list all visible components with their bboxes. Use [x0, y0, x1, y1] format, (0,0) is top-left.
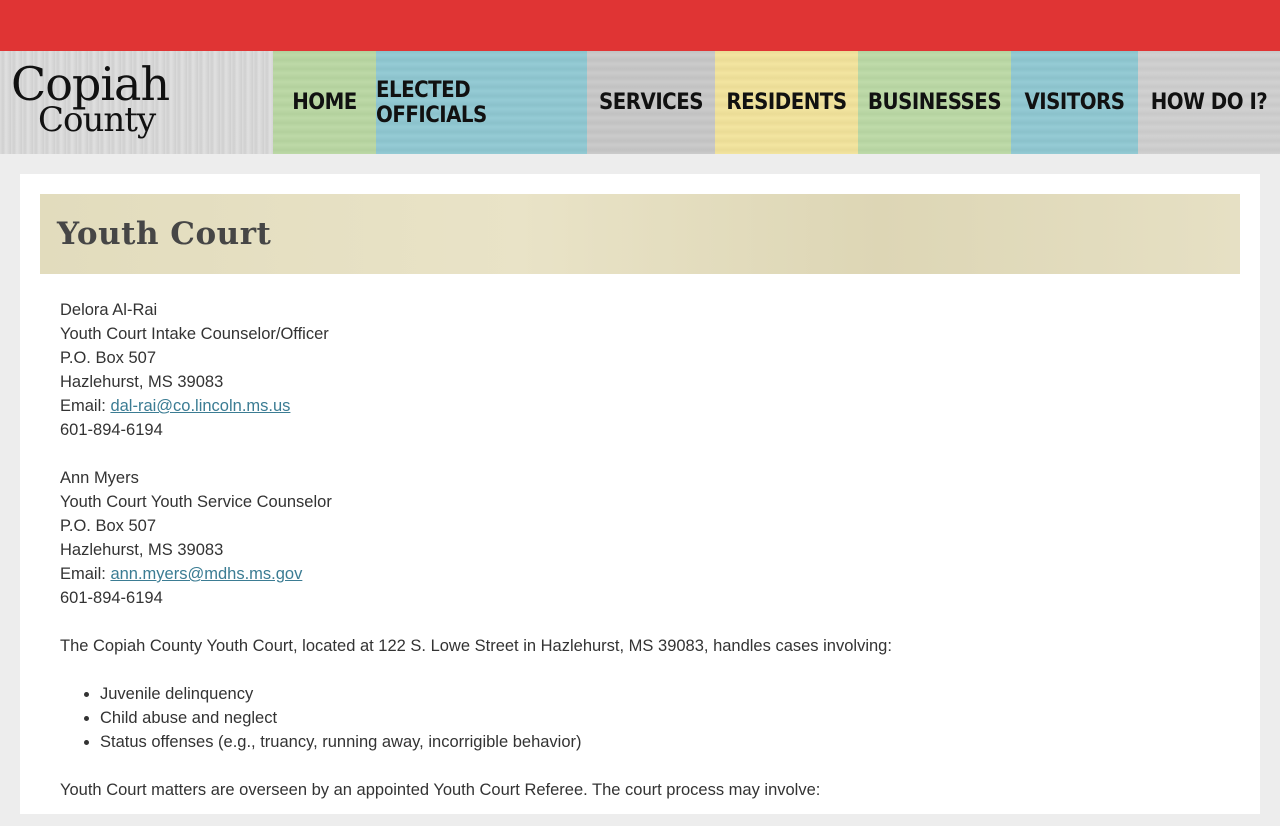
list-item: Status offenses (e.g., truancy, running …	[100, 730, 1220, 754]
contact-email-link[interactable]: ann.myers@mdhs.ms.gov	[110, 565, 302, 583]
contact-block: Delora Al-Rai Youth Court Intake Counsel…	[60, 298, 1220, 442]
contact-phone: 601-894-6194	[60, 421, 163, 439]
main-content-panel: Youth Court Delora Al-Rai Youth Court In…	[20, 174, 1260, 814]
contact-role: Youth Court Intake Counselor/Officer	[60, 325, 329, 343]
contact-name: Ann Myers	[60, 469, 139, 487]
contact-po-box: P.O. Box 507	[60, 349, 157, 367]
copiah-county-logo[interactable]: Copiah County	[0, 51, 273, 154]
nav-elected-officials[interactable]: ELECTED OFFICIALS	[376, 51, 587, 154]
nav-visitors[interactable]: VISITORS	[1011, 51, 1138, 154]
contact-city: Hazlehurst, MS 39083	[60, 373, 224, 391]
site-header: Copiah County HOME ELECTED OFFICIALS SER…	[0, 51, 1280, 154]
nav-services[interactable]: SERVICES	[587, 51, 715, 154]
nav-businesses[interactable]: BUSINESSES	[858, 51, 1011, 154]
contact-email-label: Email:	[60, 565, 111, 583]
contact-city: Hazlehurst, MS 39083	[60, 541, 224, 559]
nav-how-do-i[interactable]: HOW DO I?	[1138, 51, 1280, 154]
top-red-bar	[0, 0, 1280, 51]
contact-name: Delora Al-Rai	[60, 301, 158, 319]
list-item: Juvenile delinquency	[100, 682, 1220, 706]
contact-email-label: Email:	[60, 397, 111, 415]
contact-block: Ann Myers Youth Court Youth Service Coun…	[60, 466, 1220, 610]
contact-role: Youth Court Youth Service Counselor	[60, 493, 332, 511]
nav-residents[interactable]: RESIDENTS	[715, 51, 858, 154]
logo-line-2: County	[38, 100, 156, 140]
list-item: Child abuse and neglect	[100, 706, 1220, 730]
main-nav: HOME ELECTED OFFICIALS SERVICES RESIDENT…	[273, 51, 1280, 154]
page-body: Delora Al-Rai Youth Court Intake Counsel…	[60, 298, 1220, 826]
outro-paragraph: Youth Court matters are overseen by an a…	[60, 781, 821, 799]
case-types-list: Juvenile delinquency Child abuse and neg…	[60, 682, 1220, 754]
intro-paragraph: The Copiah County Youth Court, located a…	[60, 637, 892, 655]
contact-po-box: P.O. Box 507	[60, 517, 157, 535]
contact-phone: 601-894-6194	[60, 589, 163, 607]
nav-home[interactable]: HOME	[273, 51, 376, 154]
page-title-banner: Youth Court	[40, 194, 1240, 274]
contact-email-link[interactable]: dal-rai@co.lincoln.ms.us	[110, 397, 290, 415]
page-title: Youth Court	[57, 216, 272, 252]
